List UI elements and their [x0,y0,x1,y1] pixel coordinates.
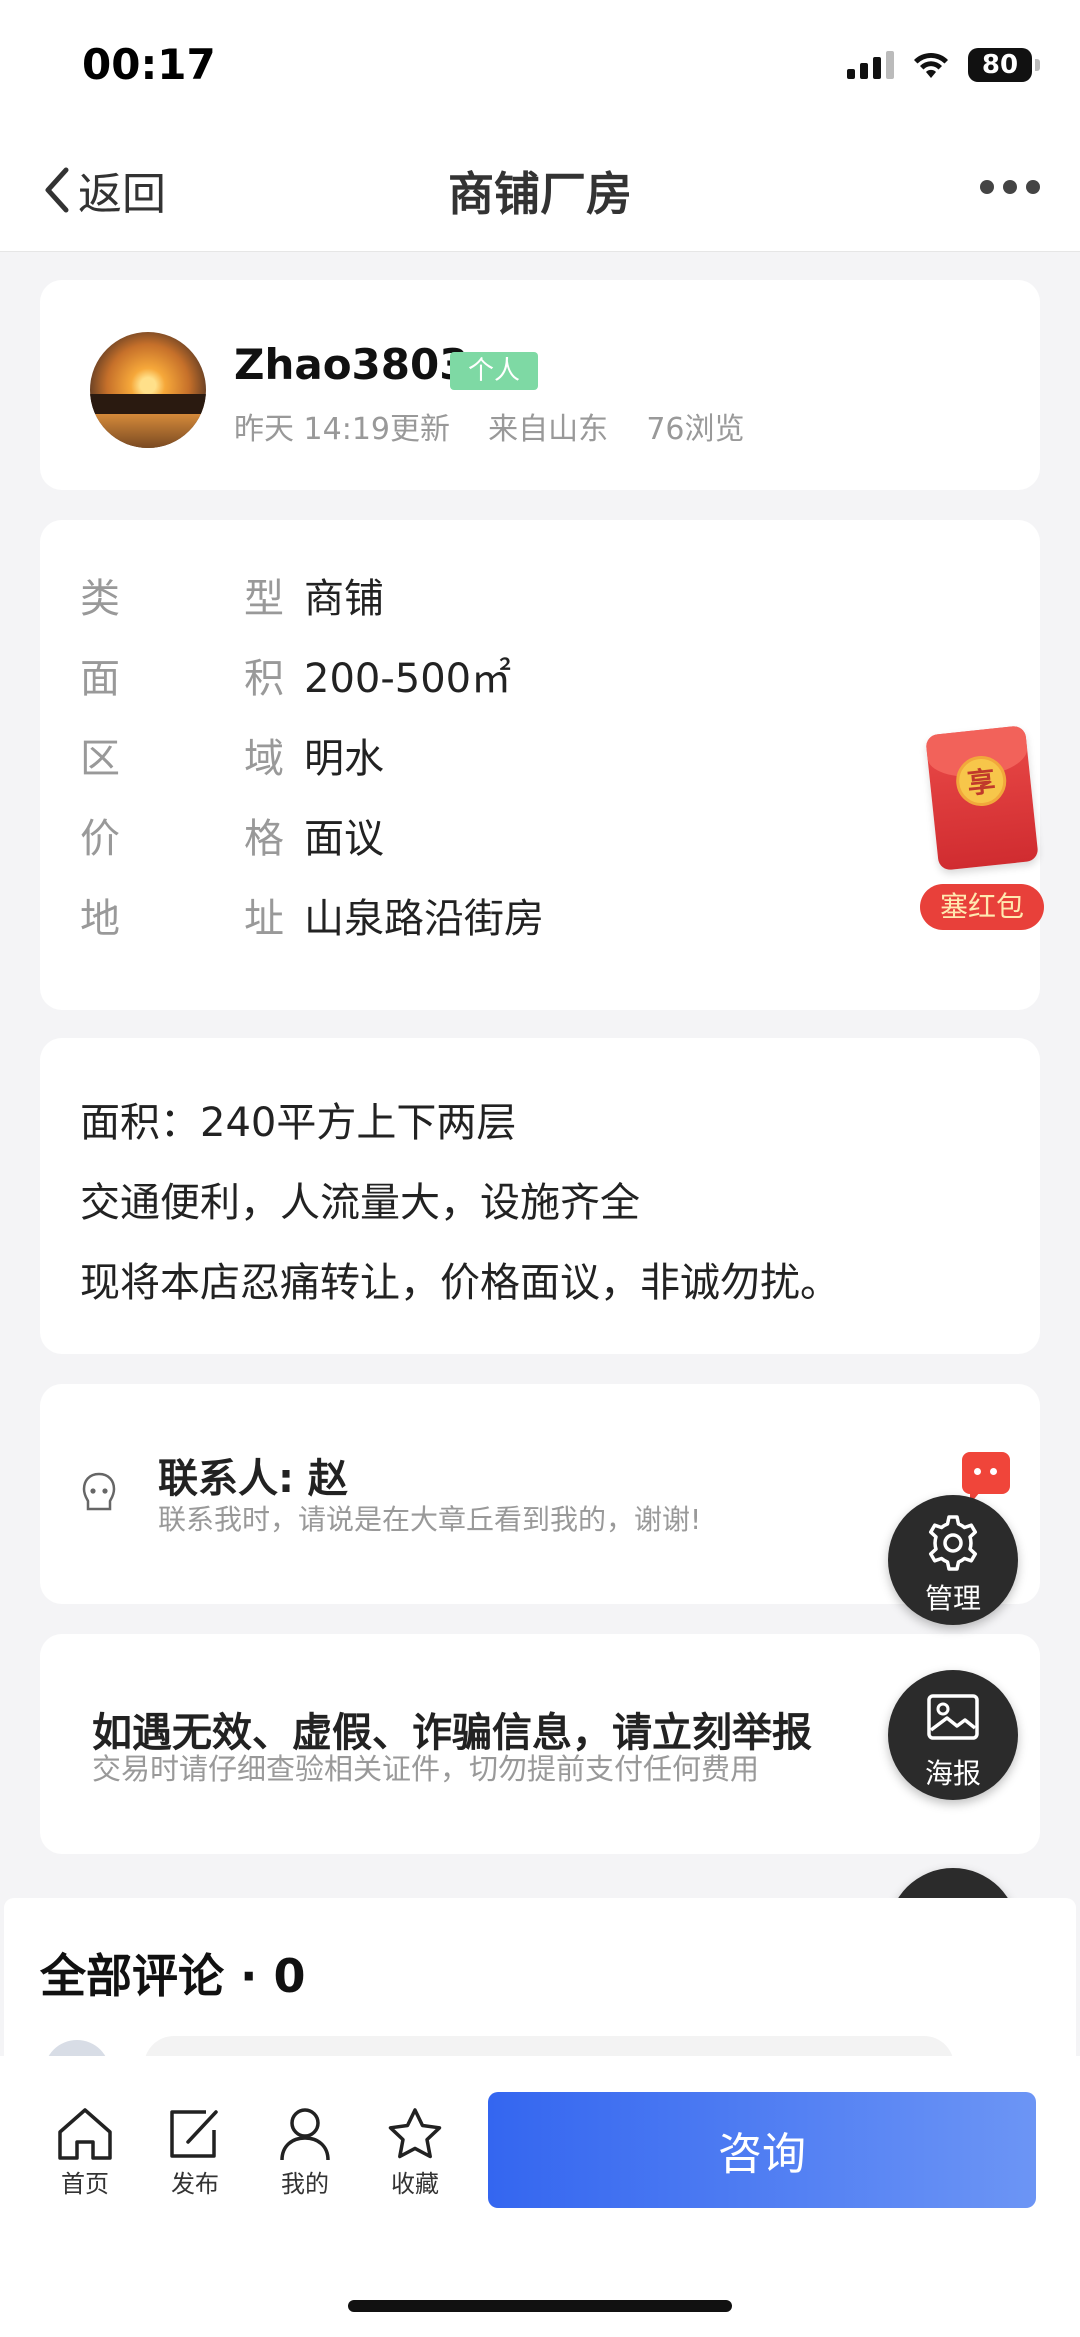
info-row-address: 地 址 山泉路沿街房 [80,885,544,945]
info-value: 面议 [304,816,384,862]
manage-button[interactable]: 管理 [888,1495,1018,1625]
tab-publish-label: 发布 [171,2170,219,2198]
status-time: 00:17 [82,40,216,89]
report-subtitle: 交易时请仔细查验相关证件，切勿提前支付任何费用 [92,1752,760,1786]
post-meta: 昨天 14:19更新 来自山东 76浏览 [234,404,745,448]
info-key: 格 [244,816,284,862]
info-key: 地 [80,896,120,942]
tab-home-label: 首页 [61,2170,109,2198]
info-row-price: 价 格 面议 [80,805,384,865]
chat-message-icon[interactable] [962,1452,1010,1504]
cellular-signal-icon [847,51,894,79]
info-key: 价 [80,816,120,862]
battery-icon: 80 [968,48,1040,82]
manage-label: 管理 [924,1582,981,1615]
poster-card: Zhao3803 个人 昨天 14:19更新 来自山东 76浏览 [40,280,1040,490]
info-value: 商铺 [304,576,384,622]
back-button[interactable]: 返回 [40,158,166,222]
comments-title: 全部评论 · 0 [40,1949,306,2003]
red-packet-coin: 享 [953,753,1009,809]
info-key: 面 [80,656,120,702]
description-line: 交通便利，人流量大，设施齐全 [80,1180,640,1226]
home-icon [58,2108,112,2160]
star-icon [388,2108,442,2159]
gear-icon [928,1515,978,1571]
wifi-icon [914,52,948,78]
info-key: 类 [80,576,120,622]
contact-person-icon [82,1472,116,1511]
info-key: 型 [244,576,284,622]
more-dot [1026,180,1040,194]
home-indicator[interactable] [348,2300,732,2312]
red-packet-button[interactable]: 享 塞红包 [920,725,1044,930]
description-line: 面积：240平方上下两层 [80,1100,517,1146]
property-info-card: 类 型 商铺 面 积 200-500㎡ 区 域 明水 价 格 面议 地 址 山泉… [40,520,1040,1010]
image-icon [927,1694,979,1740]
contact-name: 联系人: 赵 [158,1456,348,1502]
info-key: 址 [244,896,284,942]
chevron-left-icon [45,167,69,213]
navigation-bar: 返回 商铺厂房 [0,130,1080,252]
status-badge: 个人 [450,352,539,390]
more-dot [980,180,994,194]
avatar[interactable] [90,332,206,448]
red-packet-label: 塞红包 [920,884,1044,930]
status-icons: 80 [847,48,1040,82]
tab-home[interactable]: 首页 [30,2106,140,2199]
location-from: 来自山东 [488,412,609,447]
info-value: 山泉路沿街房 [304,896,544,942]
tab-publish[interactable]: 发布 [140,2106,250,2199]
tab-mine-label: 我的 [281,2170,329,2198]
comments-section: 全部评论 · 0 [4,1898,1076,2106]
info-key: 积 [244,656,284,702]
info-value: 明水 [304,736,384,782]
info-key: 域 [244,736,284,782]
description-line: 现将本店忍痛转让，价格面议，非诚勿扰。 [80,1260,840,1306]
updated-time: 昨天 14:19更新 [234,412,450,447]
info-row-type: 类 型 商铺 [80,565,384,625]
user-icon [280,2108,330,2161]
tab-favorites-label: 收藏 [391,2170,439,2198]
poster-username[interactable]: Zhao3803 [234,340,468,389]
info-key: 区 [80,736,120,782]
more-dot [1003,180,1017,194]
consult-button[interactable]: 咨询 [488,2092,1036,2208]
status-bar: 00:17 80 [0,0,1080,130]
info-value: 200-500㎡ [304,656,512,702]
back-label: 返回 [78,169,166,220]
contact-hint: 联系我时，请说是在大章丘看到我的，谢谢! [158,1503,702,1536]
red-envelope-icon: 享 [925,725,1039,871]
tab-favorites[interactable]: 收藏 [360,2106,470,2199]
more-button[interactable] [980,180,1040,194]
edit-icon [170,2110,218,2158]
info-row-area: 面 积 200-500㎡ [80,645,511,705]
description-card: 面积：240平方上下两层 交通便利，人流量大，设施齐全 现将本店忍痛转让，价格面… [40,1038,1040,1354]
poster-label: 海报 [924,1757,981,1790]
bottom-tab-bar: 首页 发布 我的 收藏 咨询 [0,2056,1080,2337]
tab-mine[interactable]: 我的 [250,2106,360,2199]
info-row-district: 区 域 明水 [80,725,384,785]
poster-button[interactable]: 海报 [888,1670,1018,1800]
view-count: 76浏览 [646,412,745,447]
